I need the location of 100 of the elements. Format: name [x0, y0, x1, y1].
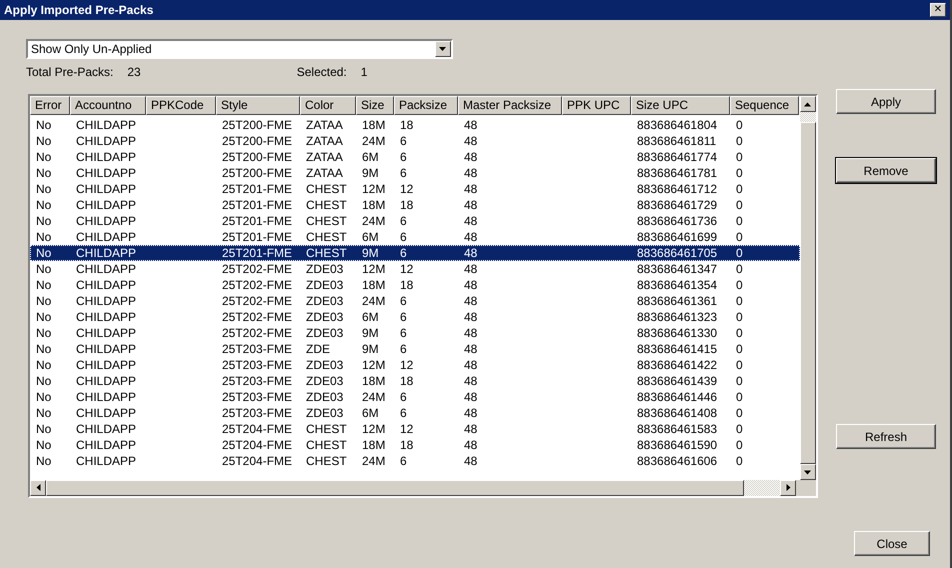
table-cell-text: 883686461323 — [636, 309, 718, 325]
table-cell-text: 12M — [361, 421, 386, 437]
apply-button[interactable]: Apply — [836, 89, 936, 114]
table-cell-text: 0 — [735, 261, 744, 277]
table-cell-text: CHILDAPP — [75, 373, 138, 389]
column-header[interactable]: Error — [30, 96, 70, 115]
table-cell-text: 48 — [463, 373, 478, 389]
table-cell-text: 25T201-FME — [221, 229, 294, 245]
table-cell-text: ZATAA — [305, 133, 344, 149]
table-row[interactable]: No CHILDAPP 25T200-FME ZATAA 9M 6 48 883686461781 0 — [30, 165, 800, 181]
table-cell-text: CHILDAPP — [75, 437, 138, 453]
table-cell-text: 25T203-FME — [221, 405, 294, 421]
table-cell-text: 12 — [399, 261, 414, 277]
table-cell-text: 6 — [399, 325, 408, 341]
column-header[interactable]: Packsize — [394, 96, 458, 115]
scroll-right-button[interactable] — [780, 480, 796, 496]
close-dialog-button[interactable]: Close — [854, 531, 930, 556]
table-cell-text: 25T202-FME — [221, 309, 294, 325]
table-cell-text: CHEST — [305, 453, 348, 469]
table-cell-text: 12M — [361, 261, 386, 277]
table-row[interactable]: No CHILDAPP 25T203-FME ZDE03 6M 6 48 883686461408 0 — [30, 405, 800, 421]
table-row[interactable]: No CHILDAPP 25T204-FME CHEST 18M 18 48 883686461590 0 — [30, 437, 800, 453]
table-row[interactable]: No CHILDAPP 25T202-FME ZDE03 18M 18 48 883686461354 0 — [30, 277, 800, 293]
table-cell-text: 0 — [735, 229, 744, 245]
table-cell-text: CHILDAPP — [75, 261, 138, 277]
table-cell-text: 6 — [399, 133, 408, 149]
table-row[interactable]: No CHILDAPP 25T201-FME CHEST 24M 6 48 883686461736 0 — [30, 213, 800, 229]
scroll-up-button[interactable] — [800, 96, 816, 112]
table-cell-text: 0 — [735, 245, 744, 261]
table-cell-text: 18M — [361, 117, 386, 133]
table-cell-text: 6 — [399, 405, 408, 421]
table-cell-text: No — [35, 325, 52, 341]
table-cell-text: No — [35, 373, 52, 389]
column-header[interactable]: Color — [300, 96, 356, 115]
table-cell-text: 48 — [463, 325, 478, 341]
table-cell-text: 24M — [361, 293, 386, 309]
table-cell-text: 48 — [463, 149, 478, 165]
table-row[interactable]: No CHILDAPP 25T201-FME CHEST 6M 6 48 883686461699 0 — [30, 229, 800, 245]
filter-dropdown[interactable]: Show Only Un-Applied — [26, 39, 453, 59]
table-row[interactable]: No CHILDAPP 25T202-FME ZDE03 9M 6 48 883686461330 0 — [30, 325, 800, 341]
table-row[interactable]: No CHILDAPP 25T203-FME ZDE03 18M 18 48 883686461439 0 — [30, 373, 800, 389]
table-row[interactable]: No CHILDAPP 25T204-FME CHEST 12M 12 48 883686461583 0 — [30, 421, 800, 437]
table-cell-text: CHILDAPP — [75, 357, 138, 373]
scroll-down-button[interactable] — [800, 464, 816, 480]
table-cell-text: CHILDAPP — [75, 389, 138, 405]
table-row[interactable]: No CHILDAPP 25T204-FME CHEST 24M 6 48 883686461606 0 — [30, 453, 800, 469]
table-row[interactable]: No CHILDAPP 25T202-FME ZDE03 6M 6 48 883686461323 0 — [30, 309, 800, 325]
table-cell-text: No — [35, 149, 52, 165]
column-header[interactable]: Style — [216, 96, 300, 115]
table-cell-text: ZDE03 — [305, 293, 344, 309]
table-cell-text: 18M — [361, 277, 386, 293]
remove-button[interactable]: Remove — [836, 158, 936, 183]
column-header[interactable]: Size — [356, 96, 394, 115]
column-header[interactable]: Sequence — [730, 96, 799, 115]
scroll-track[interactable] — [800, 112, 816, 122]
table-cell-text: 9M — [361, 165, 380, 181]
total-count: 23 — [127, 65, 141, 79]
table-cell-text: 0 — [735, 341, 744, 357]
table-cell-text: 0 — [735, 197, 744, 213]
table-row[interactable]: No CHILDAPP 25T203-FME ZDE03 24M 6 48 883686461446 0 — [30, 389, 800, 405]
table-cell-text: 0 — [735, 421, 744, 437]
column-header[interactable]: Accountno — [70, 96, 146, 115]
table-cell-text: 48 — [463, 357, 478, 373]
table-cell-text: 6M — [361, 149, 380, 165]
column-header[interactable]: Master Packsize — [458, 96, 562, 115]
down-arrow-icon — [804, 470, 812, 474]
table-row[interactable]: No CHILDAPP 25T200-FME ZATAA 6M 6 48 883686461774 0 — [30, 149, 800, 165]
table-cell-text: 18M — [361, 197, 386, 213]
table-cell-text: No — [35, 421, 52, 437]
table-cell-text: 48 — [463, 117, 478, 133]
table-row[interactable]: No CHILDAPP 25T202-FME ZDE03 24M 6 48 883686461361 0 — [30, 293, 800, 309]
table-cell-text: No — [35, 453, 52, 469]
table-cell-text: 18 — [399, 277, 414, 293]
table-row[interactable]: No CHILDAPP 25T201-FME CHEST 9M 6 48 883686461705 0 — [30, 245, 800, 261]
table-cell-text: 0 — [735, 277, 744, 293]
table-cell-text: 48 — [463, 213, 478, 229]
column-header[interactable]: Size UPC — [631, 96, 730, 115]
table-cell-text: CHEST — [305, 213, 348, 229]
table-row[interactable]: No CHILDAPP 25T203-FME ZDE 9M 6 48 883686461415 0 — [30, 341, 800, 357]
table-row[interactable]: No CHILDAPP 25T200-FME ZATAA 24M 6 48 883686461811 0 — [30, 133, 800, 149]
table-row[interactable]: No CHILDAPP 25T203-FME ZDE03 12M 12 48 883686461422 0 — [30, 357, 800, 373]
table-cell-text: 0 — [735, 213, 744, 229]
column-header[interactable]: PPKCode — [146, 96, 216, 115]
table-cell-text: CHEST — [305, 229, 348, 245]
scroll-left-button[interactable] — [30, 480, 46, 496]
table-cell-text: 25T203-FME — [221, 357, 294, 373]
table-cell-text: No — [35, 165, 52, 181]
column-header[interactable]: PPK UPC — [562, 96, 631, 115]
table-row[interactable]: No CHILDAPP 25T200-FME ZATAA 18M 18 48 883686461804 0 — [30, 117, 800, 133]
table-cell-text: 25T200-FME — [221, 117, 294, 133]
table-row[interactable]: No CHILDAPP 25T202-FME ZDE03 12M 12 48 883686461347 0 — [30, 261, 800, 277]
table-cell-text: No — [35, 197, 52, 213]
table-cell-text: No — [35, 309, 52, 325]
table-cell-text: 883686461781 — [636, 165, 718, 181]
close-button[interactable]: ✕ — [930, 3, 946, 17]
table-cell-text: 0 — [735, 149, 744, 165]
total-label: Total Pre-Packs: — [26, 65, 114, 79]
table-row[interactable]: No CHILDAPP 25T201-FME CHEST 12M 12 48 883686461712 0 — [30, 181, 800, 197]
table-row[interactable]: No CHILDAPP 25T201-FME CHEST 18M 18 48 883686461729 0 — [30, 197, 800, 213]
refresh-button[interactable]: Refresh — [836, 424, 936, 449]
